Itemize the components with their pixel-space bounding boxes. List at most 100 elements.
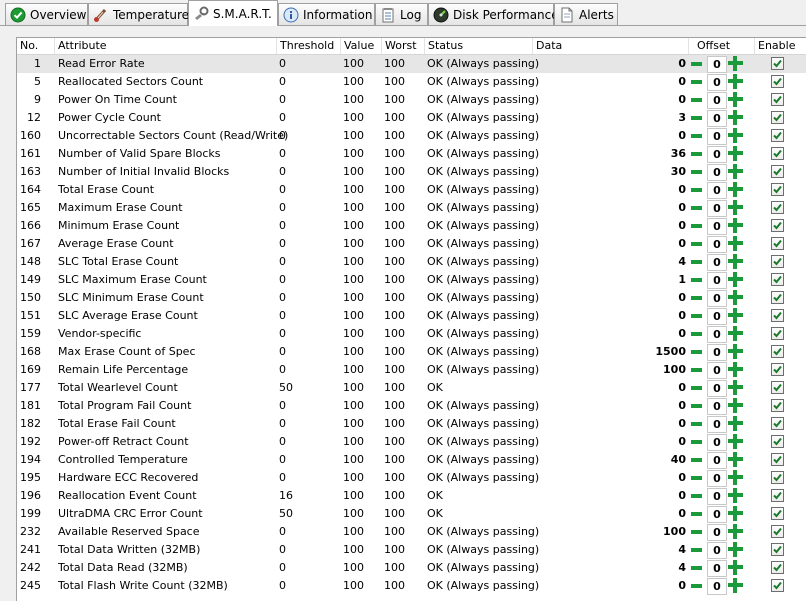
offset-field[interactable]: 0	[707, 506, 727, 523]
offset-field[interactable]: 0	[707, 254, 727, 271]
table-row[interactable]: 161 Number of Valid Spare Blocks 0 100 100 OK…	[17, 145, 806, 163]
offset-field[interactable]: 0	[707, 110, 727, 127]
offset-field[interactable]: 0	[707, 488, 727, 505]
table-row[interactable]: 9 Power On Time Count 0 100 100 OK (Always pa…	[17, 91, 806, 109]
offset-field[interactable]: 0	[707, 524, 727, 541]
enable-checkbox[interactable]	[771, 309, 784, 322]
enable-checkbox[interactable]	[771, 435, 784, 448]
enable-checkbox[interactable]	[771, 111, 784, 124]
offset-field[interactable]: 0	[707, 578, 727, 595]
enable-checkbox[interactable]	[771, 525, 784, 538]
offset-decrement-button[interactable]	[689, 75, 704, 89]
offset-decrement-button[interactable]	[689, 345, 704, 359]
tab-temperature[interactable]: Temperature	[88, 3, 189, 25]
enable-checkbox[interactable]	[771, 219, 784, 232]
offset-field[interactable]: 0	[707, 326, 727, 343]
table-row[interactable]: 242 Total Data Read (32MB) 0 100 100 OK (Alwa…	[17, 559, 806, 577]
column-header-worst[interactable]: Worst	[382, 38, 425, 54]
offset-decrement-button[interactable]	[689, 255, 704, 269]
tab-log[interactable]: Log	[375, 3, 428, 25]
offset-field[interactable]: 0	[707, 128, 727, 145]
enable-checkbox[interactable]	[771, 147, 784, 160]
table-row[interactable]: 245 Total Flash Write Count (32MB) 0 100 100…	[17, 577, 806, 595]
offset-field[interactable]: 0	[707, 74, 727, 91]
offset-decrement-button[interactable]	[689, 579, 704, 593]
offset-decrement-button[interactable]	[689, 273, 704, 287]
offset-increment-button[interactable]	[728, 146, 743, 161]
offset-increment-button[interactable]	[728, 326, 743, 341]
offset-decrement-button[interactable]	[689, 327, 704, 341]
table-row[interactable]: 182 Total Erase Fail Count 0 100 100 OK (Alwa…	[17, 415, 806, 433]
enable-checkbox[interactable]	[771, 543, 784, 556]
enable-checkbox[interactable]	[771, 579, 784, 592]
offset-decrement-button[interactable]	[689, 507, 704, 521]
offset-increment-button[interactable]	[728, 128, 743, 143]
table-row[interactable]: 241 Total Data Written (32MB) 0 100 100 OK (A…	[17, 541, 806, 559]
offset-field[interactable]: 0	[707, 380, 727, 397]
column-header-no[interactable]: No.	[17, 38, 55, 54]
enable-checkbox[interactable]	[771, 291, 784, 304]
offset-decrement-button[interactable]	[689, 309, 704, 323]
offset-decrement-button[interactable]	[689, 363, 704, 377]
enable-checkbox[interactable]	[771, 57, 784, 70]
table-row[interactable]: 192 Power-off Retract Count 0 100 100 OK (Alw…	[17, 433, 806, 451]
offset-decrement-button[interactable]	[689, 93, 704, 107]
table-row[interactable]: 151 SLC Average Erase Count 0 100 100 OK (Alw…	[17, 307, 806, 325]
offset-increment-button[interactable]	[728, 362, 743, 377]
table-row[interactable]: 181 Total Program Fail Count 0 100 100 OK (Al…	[17, 397, 806, 415]
offset-field[interactable]: 0	[707, 452, 727, 469]
enable-checkbox[interactable]	[771, 201, 784, 214]
enable-checkbox[interactable]	[771, 489, 784, 502]
offset-field[interactable]: 0	[707, 560, 727, 577]
tab-information[interactable]: Information	[278, 3, 375, 25]
offset-field[interactable]: 0	[707, 200, 727, 217]
tab-overview[interactable]: Overview	[5, 3, 88, 25]
offset-field[interactable]: 0	[707, 164, 727, 181]
offset-field[interactable]: 0	[707, 362, 727, 379]
table-row[interactable]: 5 Reallocated Sectors Count 0 100 100 OK (Alw…	[17, 73, 806, 91]
offset-increment-button[interactable]	[728, 344, 743, 359]
offset-decrement-button[interactable]	[689, 471, 704, 485]
offset-increment-button[interactable]	[728, 56, 743, 71]
tab-alerts[interactable]: Alerts	[554, 3, 618, 25]
offset-increment-button[interactable]	[728, 290, 743, 305]
table-row[interactable]: 150 SLC Minimum Erase Count 0 100 100 OK (Alw…	[17, 289, 806, 307]
enable-checkbox[interactable]	[771, 129, 784, 142]
table-row[interactable]: 196 Reallocation Event Count 16 100 100 OK 0 0	[17, 487, 806, 505]
table-row[interactable]: 167 Average Erase Count 0 100 100 OK (Always …	[17, 235, 806, 253]
enable-checkbox[interactable]	[771, 327, 784, 340]
offset-decrement-button[interactable]	[689, 417, 704, 431]
enable-checkbox[interactable]	[771, 93, 784, 106]
offset-decrement-button[interactable]	[689, 165, 704, 179]
table-row[interactable]: 149 SLC Maximum Erase Count 0 100 100 OK (Alw…	[17, 271, 806, 289]
enable-checkbox[interactable]	[771, 381, 784, 394]
offset-increment-button[interactable]	[728, 74, 743, 89]
enable-checkbox[interactable]	[771, 399, 784, 412]
offset-increment-button[interactable]	[728, 416, 743, 431]
offset-decrement-button[interactable]	[689, 525, 704, 539]
offset-field[interactable]: 0	[707, 92, 727, 109]
offset-increment-button[interactable]	[728, 380, 743, 395]
offset-field[interactable]: 0	[707, 182, 727, 199]
offset-increment-button[interactable]	[728, 506, 743, 521]
offset-increment-button[interactable]	[728, 110, 743, 125]
table-row[interactable]: 163 Number of Initial Invalid Blocks 0 100 1…	[17, 163, 806, 181]
offset-decrement-button[interactable]	[689, 489, 704, 503]
offset-decrement-button[interactable]	[689, 237, 704, 251]
table-row[interactable]: 159 Vendor-specific 0 100 100 OK (Always pass…	[17, 325, 806, 343]
offset-increment-button[interactable]	[728, 308, 743, 323]
table-row[interactable]: 232 Available Reserved Space 0 100 100 OK (Al…	[17, 523, 806, 541]
table-row[interactable]: 165 Maximum Erase Count 0 100 100 OK (Always …	[17, 199, 806, 217]
offset-decrement-button[interactable]	[689, 111, 704, 125]
offset-increment-button[interactable]	[728, 524, 743, 539]
table-row[interactable]: 199 UltraDMA CRC Error Count 50 100 100 OK 0 0	[17, 505, 806, 523]
tab-smart[interactable]: S.M.A.R.T.	[188, 0, 278, 26]
offset-decrement-button[interactable]	[689, 183, 704, 197]
offset-increment-button[interactable]	[728, 272, 743, 287]
offset-field[interactable]: 0	[707, 218, 727, 235]
offset-increment-button[interactable]	[728, 470, 743, 485]
offset-increment-button[interactable]	[728, 254, 743, 269]
enable-checkbox[interactable]	[771, 471, 784, 484]
enable-checkbox[interactable]	[771, 75, 784, 88]
column-header-data[interactable]: Data	[533, 38, 689, 54]
